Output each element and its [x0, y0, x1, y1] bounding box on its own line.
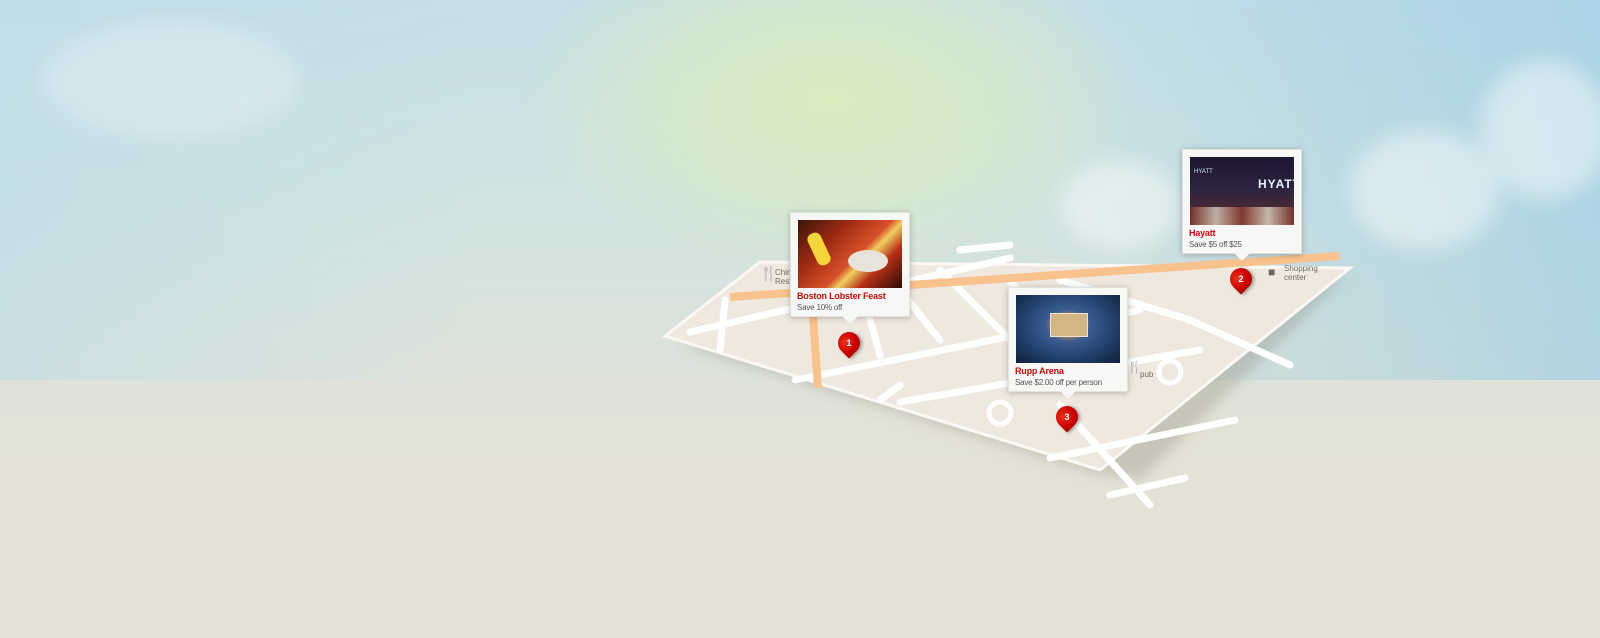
card-pointer [842, 316, 858, 324]
map-pin-1[interactable]: 1 [833, 327, 865, 359]
poi-label-pub: pub [1140, 370, 1154, 379]
pin-number: 3 [1064, 412, 1070, 422]
lobster-feast-photo [798, 220, 902, 288]
hyatt-sign-small: HYATT [1194, 169, 1213, 175]
deal-card-hyatt[interactable]: HYATT HYATT Hayatt Save $5 off $25 [1182, 149, 1302, 261]
shopping-bag-icon: ■ [1268, 265, 1276, 279]
deal-offer: Save $2.00 off per person [1015, 378, 1102, 387]
hyatt-hotel-photo: HYATT HYATT [1190, 157, 1294, 225]
deal-card-boston-lobster[interactable]: Boston Lobster Feast Save 10% off [790, 212, 910, 324]
deal-title[interactable]: Boston Lobster Feast [797, 291, 886, 301]
arena-photo [1016, 295, 1120, 363]
pin-number: 1 [846, 338, 852, 348]
map-pin-2[interactable]: 2 [1225, 263, 1257, 295]
card-pointer [1060, 391, 1076, 399]
deal-title[interactable]: Hayatt [1189, 228, 1216, 238]
isometric-city-map[interactable] [0, 0, 1600, 638]
poi-label-shopping: Shopping center [1284, 264, 1318, 282]
map-pin-3[interactable]: 3 [1051, 401, 1083, 433]
deal-offer: Save $5 off $25 [1189, 240, 1242, 249]
card-pointer [1234, 253, 1250, 261]
hyatt-sign: HYATT [1258, 177, 1294, 191]
pin-number: 2 [1238, 274, 1244, 284]
deal-card-rupp-arena[interactable]: Rupp Arena Save $2.00 off per person [1008, 287, 1128, 399]
deal-title[interactable]: Rupp Arena [1015, 366, 1064, 376]
deal-offer: Save 10% off [797, 303, 843, 312]
